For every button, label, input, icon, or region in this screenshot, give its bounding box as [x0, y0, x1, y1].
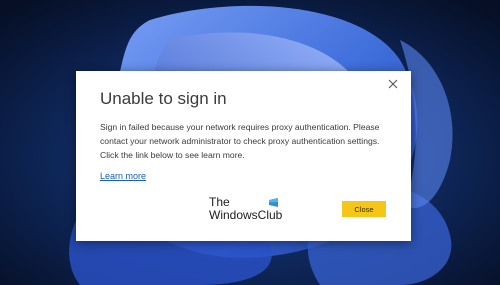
- watermark-line1: The: [209, 195, 230, 209]
- watermark-line2: WindowsClub: [209, 208, 283, 222]
- dialog-message: Sign in failed because your network requ…: [100, 122, 380, 160]
- dialog-title: Unable to sign in: [100, 89, 227, 108]
- close-icon: [388, 79, 398, 89]
- close-dialog-button[interactable]: [385, 76, 401, 92]
- sign-in-error-dialog: Unable to sign in Sign in failed because…: [76, 71, 411, 241]
- close-button[interactable]: Close: [342, 201, 386, 217]
- windowsclub-logo-icon: [269, 198, 278, 207]
- thewindowsclub-watermark: The WindowsClub: [209, 195, 289, 225]
- learn-more-link[interactable]: Learn more: [100, 171, 146, 181]
